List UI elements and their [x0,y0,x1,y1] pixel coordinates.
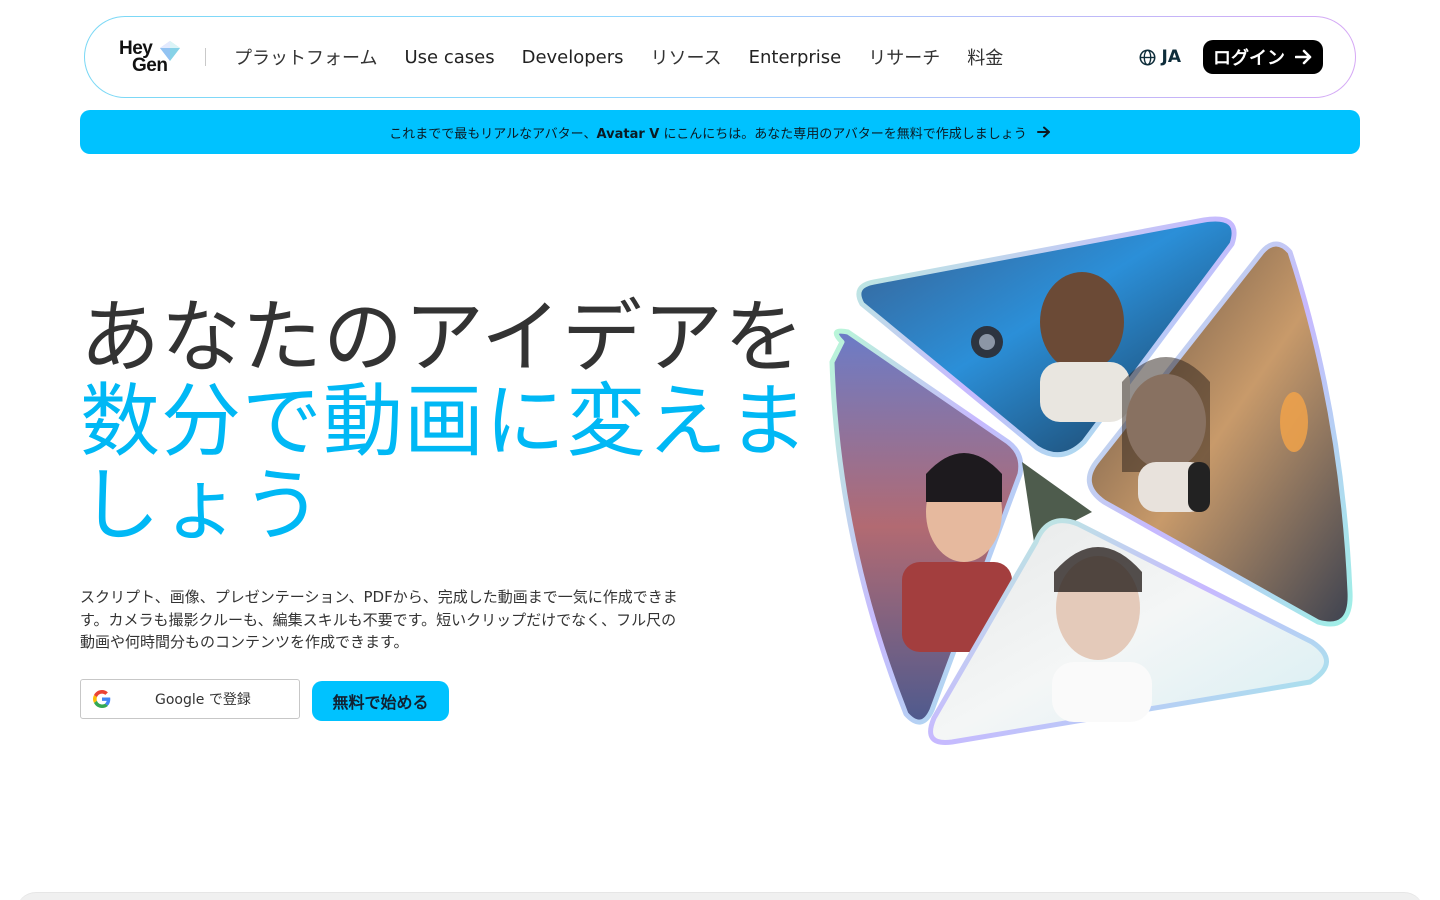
login-button[interactable]: ログイン [1203,40,1323,74]
nav-links: プラットフォーム Use cases Developers リソース Enter… [234,44,1030,70]
banner-text-after: にこんにちは。あなた専用のアバターを無料で作成しましょう [659,126,1027,142]
top-navigation: Hey Gen プラットフォーム Use cases Developers リソ… [84,16,1356,98]
nav-divider [205,48,206,66]
language-code: JA [1161,47,1181,67]
nav-right: JA ログイン [1139,40,1323,74]
next-section-edge [16,892,1424,900]
banner-text-bold: Avatar V [596,126,660,142]
nav-link-pricing[interactable]: 料金 [967,44,1003,70]
nav-link-enterprise[interactable]: Enterprise [749,47,842,68]
nav-link-platform[interactable]: プラットフォーム [234,44,377,70]
hero-avatar-prism-graphic [829,216,1353,745]
google-g-icon [93,690,111,708]
globe-icon [1139,49,1156,65]
hero-title: あなたのアイデアを 数分で動画に変えましょう [80,296,820,548]
heygen-logo[interactable]: Hey Gen [119,37,181,77]
nav-link-developers[interactable]: Developers [522,47,624,68]
banner-text-before: これまでで最もリアルなアバター、 [389,126,597,142]
google-signup-label: Google で登録 [155,692,251,708]
banner-text: これまでで最もリアルなアバター、Avatar V にこんにちは。あなた専用のアバ… [389,123,1026,142]
nav-link-resources[interactable]: リソース [651,44,722,70]
heygen-gem-icon [160,41,180,61]
hero-description: スクリプト、画像、プレゼンテーション、PDFから、完成した動画まで一気に作成でき… [80,588,678,651]
arrow-right-icon [1036,126,1050,138]
start-free-button[interactable]: 無料で始める [312,681,449,721]
hero-title-line-2: 数分で動画に変えましょう [80,375,809,552]
nav-bar: Hey Gen プラットフォーム Use cases Developers リソ… [85,17,1355,97]
nav-link-use-cases[interactable]: Use cases [404,47,494,68]
google-signup-button[interactable]: Google で登録 [80,679,300,719]
start-free-label: 無料で始める [332,693,429,712]
arrow-right-icon [1295,49,1312,65]
nav-link-research[interactable]: リサーチ [868,44,940,70]
login-label: ログイン [1213,48,1285,69]
hero-title-line-1: あなたのアイデアを [80,291,805,384]
announcement-banner[interactable]: これまでで最もリアルなアバター、Avatar V にこんにちは。あなた専用のアバ… [80,110,1360,154]
language-selector[interactable]: JA [1139,47,1181,67]
